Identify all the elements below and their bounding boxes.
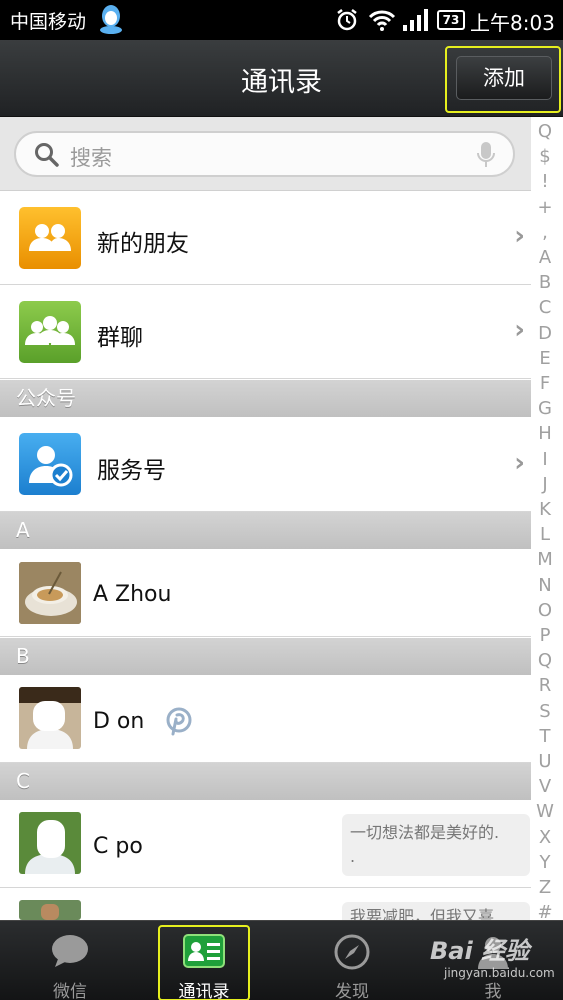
avatar [19, 900, 81, 920]
section-header-official: 公众号 [0, 380, 531, 417]
index-letter[interactable]: I [531, 449, 559, 470]
index-letter[interactable]: T [531, 726, 559, 747]
status-bubble: 一切想法都是美好的. . [342, 814, 530, 876]
compass-icon [333, 933, 371, 976]
status-bubble: 我要减肥，但我又喜 [342, 902, 530, 920]
index-letter[interactable]: F [531, 373, 559, 394]
index-letter[interactable]: E [531, 348, 559, 369]
status-text: 我要减肥，但我又喜 [350, 907, 495, 920]
status-text: . [350, 847, 356, 866]
baidu-watermark: Bai 经验 jingyan.baidu.com [430, 931, 555, 980]
qq-icon [98, 4, 124, 38]
search-input[interactable]: 搜索 [14, 131, 515, 177]
chevron-right-icon: › [514, 448, 525, 478]
index-letter[interactable]: J [531, 474, 559, 495]
tab-discover-label: 发现 [335, 982, 369, 1000]
watermark-url: jingyan.baidu.com [444, 966, 555, 980]
tab-discover[interactable]: 发现 [282, 921, 422, 1000]
index-letter[interactable]: Y [531, 852, 559, 873]
battery-icon: 73 [437, 10, 465, 30]
index-letter[interactable]: $ [531, 146, 559, 167]
new-friends-row[interactable]: 新的朋友 › [0, 191, 531, 285]
index-letter[interactable]: V [531, 776, 559, 797]
service-accounts-icon [19, 433, 81, 495]
index-letter[interactable]: U [531, 751, 559, 772]
index-letter[interactable]: X [531, 827, 559, 848]
search-placeholder: 搜索 [70, 146, 112, 170]
section-header-a: A [0, 512, 531, 549]
search-bar: 搜索 [0, 117, 531, 191]
status-text: 一切想法都是美好的. [350, 823, 500, 842]
index-letter[interactable]: R [531, 675, 559, 696]
search-icon [34, 142, 60, 172]
avatar [19, 812, 81, 874]
index-letter[interactable]: O [531, 600, 559, 621]
index-letter[interactable]: W [531, 801, 559, 822]
chevron-right-icon: › [514, 221, 525, 251]
avatar [19, 687, 81, 749]
highlight-box [158, 925, 250, 1000]
index-letter[interactable]: L [531, 524, 559, 545]
index-letter[interactable]: + [531, 197, 559, 218]
index-letter[interactable]: K [531, 499, 559, 520]
new-friends-label: 新的朋友 [97, 231, 189, 257]
carrier-label: 中国移动 [10, 11, 87, 33]
tab-chats[interactable]: 微信 [0, 921, 140, 1000]
index-letter[interactable]: M [531, 549, 559, 570]
tab-chats-label: 微信 [53, 982, 87, 1000]
index-letter[interactable]: Q [531, 650, 559, 671]
title-bar: 通讯录 添加 [0, 40, 563, 117]
clock: 上午8:03 [470, 11, 555, 35]
index-letter[interactable]: , [531, 222, 559, 243]
index-letter[interactable]: D [531, 323, 559, 344]
section-header-c: C [0, 763, 531, 800]
pinterest-icon [165, 707, 193, 741]
watermark-brand: Bai 经验 [430, 937, 530, 965]
index-letter[interactable]: S [531, 701, 559, 722]
alarm-icon [335, 8, 359, 36]
index-letter[interactable]: C [531, 297, 559, 318]
avatar [19, 562, 81, 624]
contact-name: A Zhou [93, 582, 172, 607]
service-accounts-row[interactable]: 服务号 › [0, 417, 531, 512]
index-letter[interactable]: P [531, 625, 559, 646]
index-letter[interactable]: G [531, 398, 559, 419]
status-bar: 中国移动 73 上午8:03 [0, 0, 563, 40]
tab-me-label: 我 [484, 982, 502, 1000]
contact-name: D on [93, 709, 145, 734]
add-button[interactable]: 添加 [456, 56, 552, 100]
wifi-icon [368, 9, 396, 35]
contact-row[interactable]: A Zhou [0, 549, 531, 637]
group-chat-icon [19, 301, 81, 363]
index-letter[interactable]: Z [531, 877, 559, 898]
index-letter[interactable]: ! [531, 171, 559, 192]
microphone-icon[interactable] [477, 141, 495, 173]
chevron-right-icon: › [514, 315, 525, 345]
contact-row[interactable]: 我要减肥，但我又喜 [0, 888, 531, 920]
service-accounts-label: 服务号 [97, 458, 166, 484]
index-letter[interactable]: Q [531, 121, 559, 142]
index-letter[interactable]: N [531, 575, 559, 596]
group-chat-label: 群聊 [97, 325, 143, 351]
bottom-tab-bar: 微信 通讯录 发现 我 Bai 经验 jingyan.baidu.com [0, 920, 563, 1000]
contact-name: C po [93, 834, 143, 859]
group-chat-row[interactable]: 群聊 › [0, 285, 531, 379]
index-letter[interactable]: A [531, 247, 559, 268]
alphabet-index-bar[interactable]: Q $! +, A B C D E F G H I J K L M N O P Q R S T U V W X Y Z # [531, 117, 563, 923]
contact-row[interactable]: C po 一切想法都是美好的. . [0, 800, 531, 888]
new-friends-icon [19, 207, 81, 269]
section-header-b: B [0, 638, 531, 675]
index-letter[interactable]: B [531, 272, 559, 293]
signal-icon [402, 9, 428, 35]
chat-bubble-icon [50, 933, 90, 974]
contact-row[interactable]: D on [0, 675, 531, 763]
index-letter[interactable]: H [531, 423, 559, 444]
